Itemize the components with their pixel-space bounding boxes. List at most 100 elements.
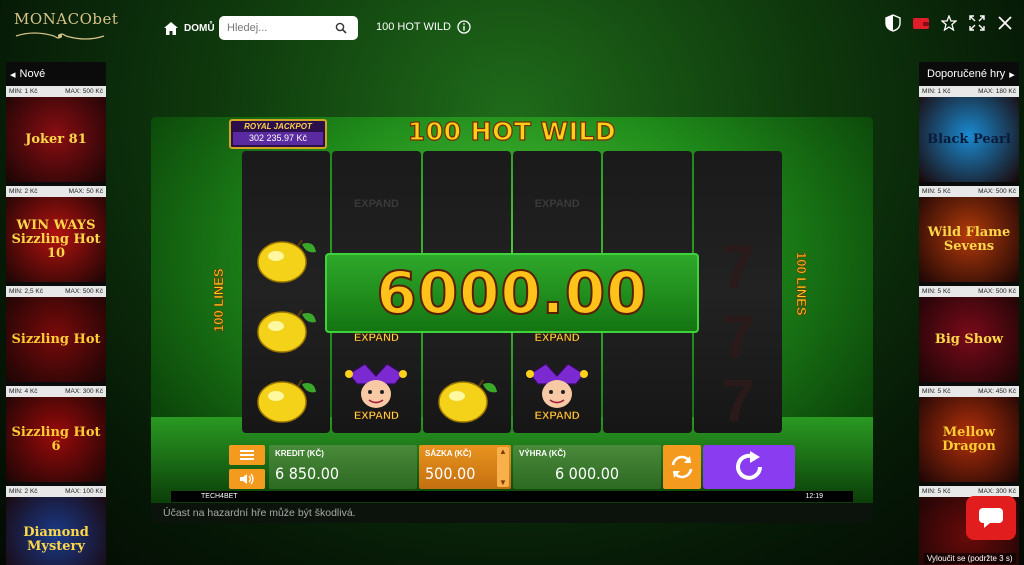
bet-limits: MIN: 2 Kč MAX: 50 Kč [6, 186, 106, 197]
min-bet: MIN: 5 Kč [922, 388, 951, 395]
seven-symbol-dim: 7 [721, 302, 755, 370]
game-tile[interactable]: MIN: 4 Kč MAX: 300 Kč Sizzling Hot 6 [6, 386, 106, 482]
home-icon [164, 21, 178, 35]
fullscreen-icon[interactable] [968, 14, 986, 32]
info-icon[interactable] [457, 20, 471, 34]
jester-icon [526, 363, 589, 408]
reel-symbol [242, 293, 330, 363]
shield-icon[interactable] [884, 14, 902, 32]
bet-limits: MIN: 1 Kč MAX: 180 Kč [919, 86, 1019, 97]
wallet-icon[interactable] [912, 14, 930, 32]
autoplay-icon [671, 455, 693, 479]
expand-label: EXPAND [534, 332, 580, 344]
jackpot-box: ROYAL JACKPOT 302 235.97 Kč [229, 119, 327, 149]
spin-button[interactable] [703, 445, 795, 489]
search-input[interactable] [227, 22, 335, 34]
credit-value: 6 850.00 [275, 464, 340, 483]
min-bet: MIN: 1 Kč [9, 88, 38, 95]
expand-label: EXPAND [353, 332, 399, 344]
close-icon[interactable] [996, 14, 1014, 32]
game-tile[interactable]: MIN: 2 Kč MAX: 50 Kč WIN WAYS Sizzling Hot… [6, 186, 106, 282]
autoplay-button[interactable] [663, 445, 701, 489]
bet-stepper[interactable]: ▲ ▼ [497, 447, 509, 487]
game-name: Sizzling Hot 6 [11, 424, 101, 454]
game-name: Diamond Mystery [23, 524, 89, 554]
chat-icon [979, 508, 1003, 528]
chevron-right-icon[interactable]: ▸ [1009, 68, 1015, 81]
max-bet: MAX: 300 Kč [978, 488, 1016, 495]
jester-icon [345, 363, 408, 408]
sound-button[interactable] [229, 469, 265, 489]
game-thumbnail: Big Show [919, 297, 1019, 382]
arrow-up-icon[interactable]: ▲ [499, 447, 507, 456]
win-panel: VÝHRA (KČ) 6 000.00 [513, 445, 661, 489]
reel-symbol [242, 223, 330, 293]
game-name: Wild Flame Sevens [927, 224, 1011, 254]
reel-symbol: EXPAND [513, 169, 601, 239]
reel-symbol [242, 363, 330, 433]
top-bar: MONACObet DOMŮ 100 HOT WILD [0, 0, 1024, 56]
recommended-games-header[interactable]: Doporučené hry ▸ [919, 62, 1019, 86]
menu-button[interactable] [229, 445, 265, 465]
game-name: Mellow Dragon [942, 424, 996, 454]
pear-icon [257, 309, 317, 353]
arrow-down-icon[interactable]: ▼ [499, 478, 507, 487]
jackpot-value: 302 235.97 Kč [233, 132, 323, 145]
bet-limits: MIN: 5 Kč MAX: 450 Kč [919, 386, 1019, 397]
game-tile[interactable]: MIN: 2 Kč MAX: 100 Kč Diamond Mystery [6, 486, 106, 565]
speaker-icon [240, 473, 254, 485]
game-thumbnail: Mellow Dragon [919, 397, 1019, 482]
game-tile[interactable]: MIN: 2,5 Kč MAX: 500 Kč Sizzling Hot [6, 286, 106, 382]
game-thumbnail: Black Pearl [919, 97, 1019, 182]
game-thumbnail: Sizzling Hot 6 [6, 397, 106, 482]
spin-icon [736, 451, 762, 480]
game-tile[interactable]: MIN: 1 Kč MAX: 180 Kč Black Pearl [919, 86, 1019, 182]
game-thumbnail: Wild Flame Sevens [919, 197, 1019, 282]
min-bet: MIN: 2,5 Kč [9, 288, 43, 295]
reel-symbol: 7 [694, 231, 782, 301]
game-stage: ROYAL JACKPOT 302 235.97 Kč 100 HOT WILD… [151, 117, 873, 503]
win-amount: 6000.00 [375, 258, 648, 328]
game-tile[interactable]: MIN: 5 Kč MAX: 500 Kč Big Show [919, 286, 1019, 382]
credit-label: KREDIT (KČ) [275, 449, 324, 458]
game-tile[interactable]: MIN: 5 Kč MAX: 450 Kč Mellow Dragon [919, 386, 1019, 482]
self-exclusion-note[interactable]: Vyloučit se (podržte 3 s) [924, 553, 1016, 564]
expand-label: EXPAND [534, 410, 580, 422]
star-icon[interactable] [940, 14, 958, 32]
bet-panel[interactable]: SÁZKA (KČ) 500.00 ▲ ▼ [419, 445, 511, 489]
max-bet: MAX: 500 Kč [978, 188, 1016, 195]
min-bet: MIN: 5 Kč [922, 488, 951, 495]
game-thumbnail: Diamond Mystery [6, 497, 106, 565]
game-name: WIN WAYS Sizzling Hot 10 [11, 217, 101, 261]
min-bet: MIN: 5 Kč [922, 288, 951, 295]
game-name: Joker 81 [25, 131, 87, 147]
game-frame[interactable]: ROYAL JACKPOT 302 235.97 Kč 100 HOT WILD… [151, 117, 873, 523]
lines-label-right: 100 LINES [794, 252, 810, 316]
game-tile[interactable]: MIN: 5 Kč MAX: 500 Kč Wild Flame Sevens [919, 186, 1019, 282]
seven-symbol-dim: 7 [721, 366, 755, 434]
game-status-bar: TECH4BET 12:19 [171, 491, 853, 502]
expand-label: EXPAND [353, 410, 399, 422]
new-games-header[interactable]: ◂ Nové [6, 62, 106, 86]
win-value: 6 000.00 [554, 464, 620, 483]
search-icon[interactable] [335, 22, 347, 34]
home-link[interactable]: DOMŮ [164, 20, 215, 36]
min-bet: MIN: 1 Kč [922, 88, 951, 95]
logo[interactable]: MONACObet [14, 10, 118, 50]
pear-icon [257, 379, 317, 423]
lines-label-left: 100 LINES [211, 268, 227, 332]
game-tile[interactable]: MIN: 1 Kč MAX: 500 Kč Joker 81 [6, 86, 106, 182]
search-box[interactable] [219, 16, 358, 40]
recommended-games-panel: Doporučené hry ▸ MIN: 1 Kč MAX: 180 Kč Bla… [919, 62, 1019, 565]
max-bet: MAX: 300 Kč [65, 388, 103, 395]
game-thumbnail: Joker 81 [6, 97, 106, 182]
max-bet: MAX: 50 Kč [68, 188, 103, 195]
reel-symbol: EXPAND [332, 169, 420, 239]
bet-limits: MIN: 2 Kč MAX: 100 Kč [6, 486, 106, 497]
game-thumbnail: Sizzling Hot [6, 297, 106, 382]
game-logo-title: 100 HOT WILD [407, 117, 617, 147]
chevron-left-icon[interactable]: ◂ [10, 68, 16, 81]
chat-button[interactable] [966, 496, 1016, 540]
reel-symbol: 7 [694, 365, 782, 435]
min-bet: MIN: 2 Kč [9, 488, 38, 495]
